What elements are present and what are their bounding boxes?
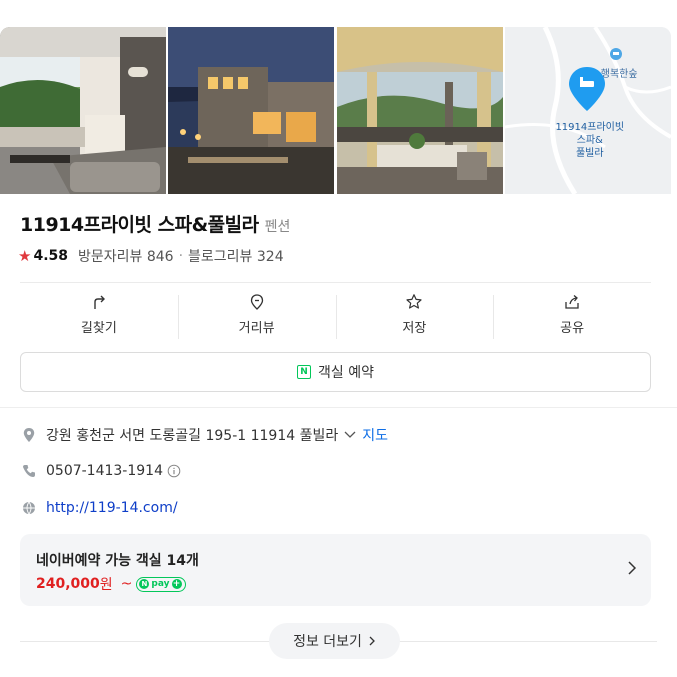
location-pin-icon [20, 426, 38, 444]
section-divider [0, 407, 677, 408]
rating-score: 4.58 [33, 248, 68, 264]
photo-strip: 행복한숲 11914프라이빗 스파& 풀빌라 [0, 27, 671, 194]
map-link[interactable]: 지도 [362, 425, 388, 445]
more-info-button[interactable]: 정보 더보기 [269, 623, 400, 659]
photo-terrace[interactable] [336, 27, 503, 194]
save-button[interactable]: 저장 [335, 293, 494, 343]
booking-price-unit: 원 [99, 577, 113, 593]
divider [20, 282, 651, 283]
place-card: 행복한숲 11914프라이빗 스파& 풀빌라 11914프라이빗 스파&풀빌라 … [0, 0, 677, 677]
address-expand-icon[interactable] [344, 431, 356, 439]
plus-icon: + [171, 578, 182, 589]
star-icon [406, 294, 422, 309]
photo-exterior[interactable] [168, 27, 335, 194]
info-circle-icon[interactable] [167, 464, 181, 478]
phone-row: 0507-1413-1914 [20, 462, 181, 480]
directions-button[interactable]: 길찾기 [20, 293, 178, 343]
website-link[interactable]: http://119-14.com/ [46, 500, 178, 516]
booking-price-row: 240,000 원 ~ N pay + [36, 574, 186, 594]
booking-price: 240,000 [36, 576, 100, 592]
address-row: 강원 홍천군 서면 도롱골길 195-1 11914 풀빌라 지도 [20, 425, 388, 445]
website-row: http://119-14.com/ [20, 499, 178, 517]
share-button[interactable]: 공유 [493, 293, 651, 343]
share-icon [565, 295, 579, 309]
blog-reviews-link[interactable]: 블로그리뷰 324 [188, 246, 284, 266]
share-label: 공유 [560, 321, 585, 336]
reserve-room-label: 객실 예약 [318, 365, 374, 381]
npay-plus-badge: N pay + [136, 576, 186, 592]
street-view-icon [250, 294, 263, 310]
place-name[interactable]: 11914프라이빗 스파&풀빌라 [20, 210, 259, 237]
address-text: 강원 홍천군 서면 도롱골길 195-1 11914 풀빌라 [46, 428, 339, 444]
photo-interior[interactable] [0, 27, 166, 194]
phone-number[interactable]: 0507-1413-1914 [46, 463, 163, 479]
naver-booking-icon: N [297, 365, 311, 379]
rating-row: ★ 4.58 방문자리뷰 846 · 블로그리뷰 324 [18, 246, 284, 266]
booking-title: 네이버예약 가능 객실 14개 [36, 553, 199, 569]
chevron-right-icon [627, 560, 637, 580]
map-nearby-label: 행복한숲 [600, 69, 638, 80]
chevron-right-icon [369, 636, 375, 646]
location-map[interactable]: 행복한숲 11914프라이빗 스파& 풀빌라 [504, 27, 671, 194]
globe-icon [20, 499, 38, 517]
street-view-label: 거리뷰 [238, 321, 275, 336]
npay-n-icon: N [139, 579, 150, 589]
phone-icon [20, 462, 38, 480]
rating-star-icon: ★ [18, 247, 32, 265]
map-marker-label: 11914프라이빗 스파& 풀빌라 [555, 122, 625, 159]
save-label: 저장 [402, 321, 427, 336]
price-tilde: ~ [120, 576, 133, 592]
reserve-room-button[interactable]: N 객실 예약 [20, 352, 651, 392]
action-bar: 길찾기 거리뷰 저장 공유 [20, 293, 651, 343]
street-view-button[interactable]: 거리뷰 [177, 293, 336, 343]
more-info-label: 정보 더보기 [293, 634, 362, 650]
visitor-reviews-link[interactable]: 방문자리뷰 846 [78, 246, 174, 266]
directions-icon [94, 295, 105, 309]
npay-text: pay [151, 579, 170, 589]
naver-booking-card[interactable]: 네이버예약 가능 객실 14개 240,000 원 ~ N pay + [20, 534, 651, 606]
place-category: 펜션 [264, 219, 291, 235]
title-row: 11914프라이빗 스파&풀빌라 펜션 [20, 210, 290, 237]
directions-label: 길찾기 [80, 321, 117, 336]
separator-dot: · [178, 248, 184, 264]
